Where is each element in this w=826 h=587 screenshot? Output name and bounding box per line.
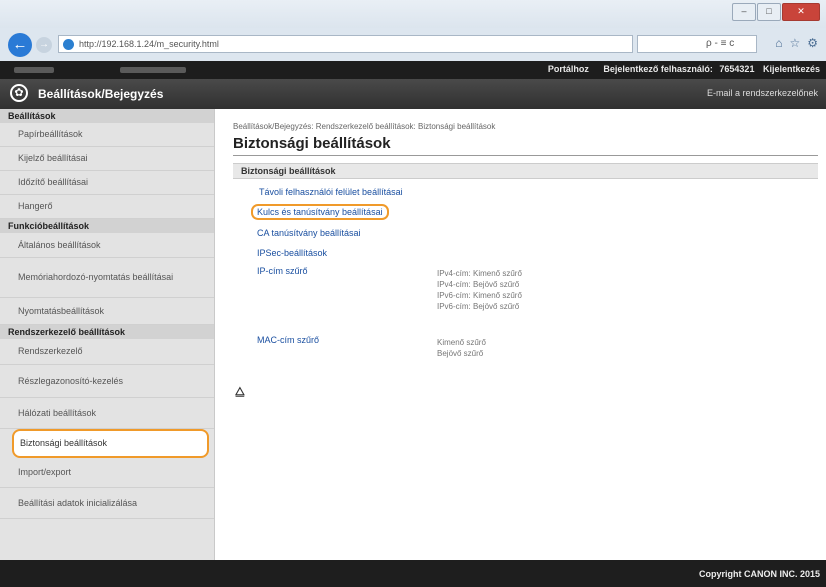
mail-admin-link[interactable]: E-mail a rendszerkezelőnek [707, 88, 818, 98]
user-id: 7654321 [719, 64, 755, 74]
ip-filter-link[interactable]: IP-cím szűrő [257, 266, 308, 276]
mac-filter-link[interactable]: MAC-cím szűrő [257, 335, 319, 345]
sidebar-item-media-print[interactable]: Memóriahordozó-nyomtatás beállításai [0, 258, 214, 298]
ip-filter-desc-line: IPv4-cím: Kimenő szűrő [437, 269, 522, 278]
portal-link[interactable]: Portálhoz [548, 64, 589, 74]
address-bar[interactable]: http://192.168.1.24/m_security.html [58, 35, 633, 53]
section-title: Biztonsági beállítások [241, 166, 336, 176]
mac-filter-description: Kimenő szűrő Bejövő szűrő [437, 337, 486, 359]
logged-in-label: Bejelentkező felhasználó: [603, 64, 713, 74]
back-to-top-icon[interactable]: ⧋ [235, 386, 245, 399]
section-header: Biztonsági beállítások [233, 163, 818, 179]
mac-filter-desc-line: Kimenő szűrő [437, 338, 486, 347]
address-search-controls[interactable]: ρ - ≡ c [637, 35, 757, 53]
sidebar-item-display[interactable]: Kijelző beállításai [0, 147, 214, 171]
device-model-blurred [120, 67, 186, 73]
browser-chrome: – □ ✕ ← → http://192.168.1.24/m_security… [0, 0, 826, 61]
sidebar-item-volume[interactable]: Hangerő [0, 195, 214, 219]
header-title: Beállítások/Bejegyzés [38, 87, 164, 101]
sidebar-item-network[interactable]: Hálózati beállítások [0, 398, 214, 429]
copyright-text: Copyright CANON INC. 2015 [698, 569, 820, 579]
top-bar: Portálhoz Bejelentkező felhasználó: 7654… [0, 61, 826, 79]
sidebar-item-print-settings[interactable]: Nyomtatásbeállítások [0, 298, 214, 325]
sidebar-item-system-manager[interactable]: Rendszerkezelő [0, 339, 214, 365]
breadcrumb: Beállítások/Bejegyzés: Rendszerkezelő be… [233, 122, 496, 131]
toolbar-icons: ⌂ ☆ ⚙ [775, 36, 818, 50]
footer: Copyright CANON INC. 2015 [0, 560, 826, 587]
gear-icon[interactable]: ⚙ [807, 36, 818, 50]
ipsec-settings-link[interactable]: IPSec-beállítások [257, 248, 327, 258]
sidebar-item-security[interactable]: Biztonsági beállítások [12, 429, 209, 458]
device-name-blurred [14, 67, 54, 73]
sidebar-section-settings: Beállítások [0, 109, 214, 123]
title-divider [233, 155, 818, 156]
site-icon [63, 39, 74, 50]
sidebar-section-functions: Funkcióbeállítások [0, 219, 214, 233]
browser-nav-row: ← → http://192.168.1.24/m_security.html … [0, 28, 826, 61]
ip-filter-desc-line: IPv6-cím: Kimenő szűrő [437, 291, 522, 300]
window-titlebar: – □ ✕ [0, 0, 826, 28]
page-header: ✿ Beállítások/Bejegyzés E-mail a rendsze… [0, 79, 826, 109]
sidebar-item-import-export[interactable]: Import/export [0, 458, 214, 488]
ip-filter-desc-line: IPv4-cím: Bejövő szűrő [437, 280, 520, 289]
sidebar-item-init-settings[interactable]: Beállítási adatok inicializálása [0, 488, 214, 519]
top-links: Portálhoz Bejelentkező felhasználó: 7654… [536, 64, 820, 74]
ca-certificate-settings-link[interactable]: CA tanúsítvány beállításai [257, 228, 361, 238]
sidebar-item-department-id[interactable]: Részlegazonosító-kezelés [0, 365, 214, 398]
mac-filter-desc-line: Bejövő szűrő [437, 349, 484, 358]
main-content: Beállítások/Bejegyzés: Rendszerkezelő be… [215, 109, 826, 560]
sidebar: Beállítások Papírbeállítások Kijelző beá… [0, 109, 215, 560]
home-icon[interactable]: ⌂ [775, 36, 782, 50]
minimize-button[interactable]: – [732, 3, 756, 21]
close-button[interactable]: ✕ [782, 3, 820, 21]
sidebar-section-admin: Rendszerkezelő beállítások [0, 325, 214, 339]
key-certificate-settings-link[interactable]: Kulcs és tanúsítvány beállításai [251, 204, 389, 220]
ip-filter-desc-line: IPv6-cím: Bejövő szűrő [437, 302, 520, 311]
sidebar-item-paper[interactable]: Papírbeállítások [0, 123, 214, 147]
ip-filter-description: IPv4-cím: Kimenő szűrő IPv4-cím: Bejövő … [437, 268, 522, 312]
page-title: Biztonsági beállítások [233, 135, 391, 152]
star-icon[interactable]: ☆ [789, 36, 800, 50]
window-buttons: – □ ✕ [731, 3, 820, 21]
settings-icon: ✿ [10, 84, 28, 102]
back-button[interactable]: ← [8, 33, 32, 57]
sidebar-item-timer[interactable]: Időzítő beállításai [0, 171, 214, 195]
forward-button[interactable]: → [36, 37, 52, 53]
logout-link[interactable]: Kijelentkezés [763, 64, 820, 74]
remote-ui-settings-link[interactable]: Távoli felhasználói felület beállításai [259, 187, 403, 197]
address-url[interactable]: http://192.168.1.24/m_security.html [79, 39, 219, 49]
sidebar-item-general[interactable]: Általános beállítások [0, 233, 214, 258]
maximize-button[interactable]: □ [757, 3, 781, 21]
